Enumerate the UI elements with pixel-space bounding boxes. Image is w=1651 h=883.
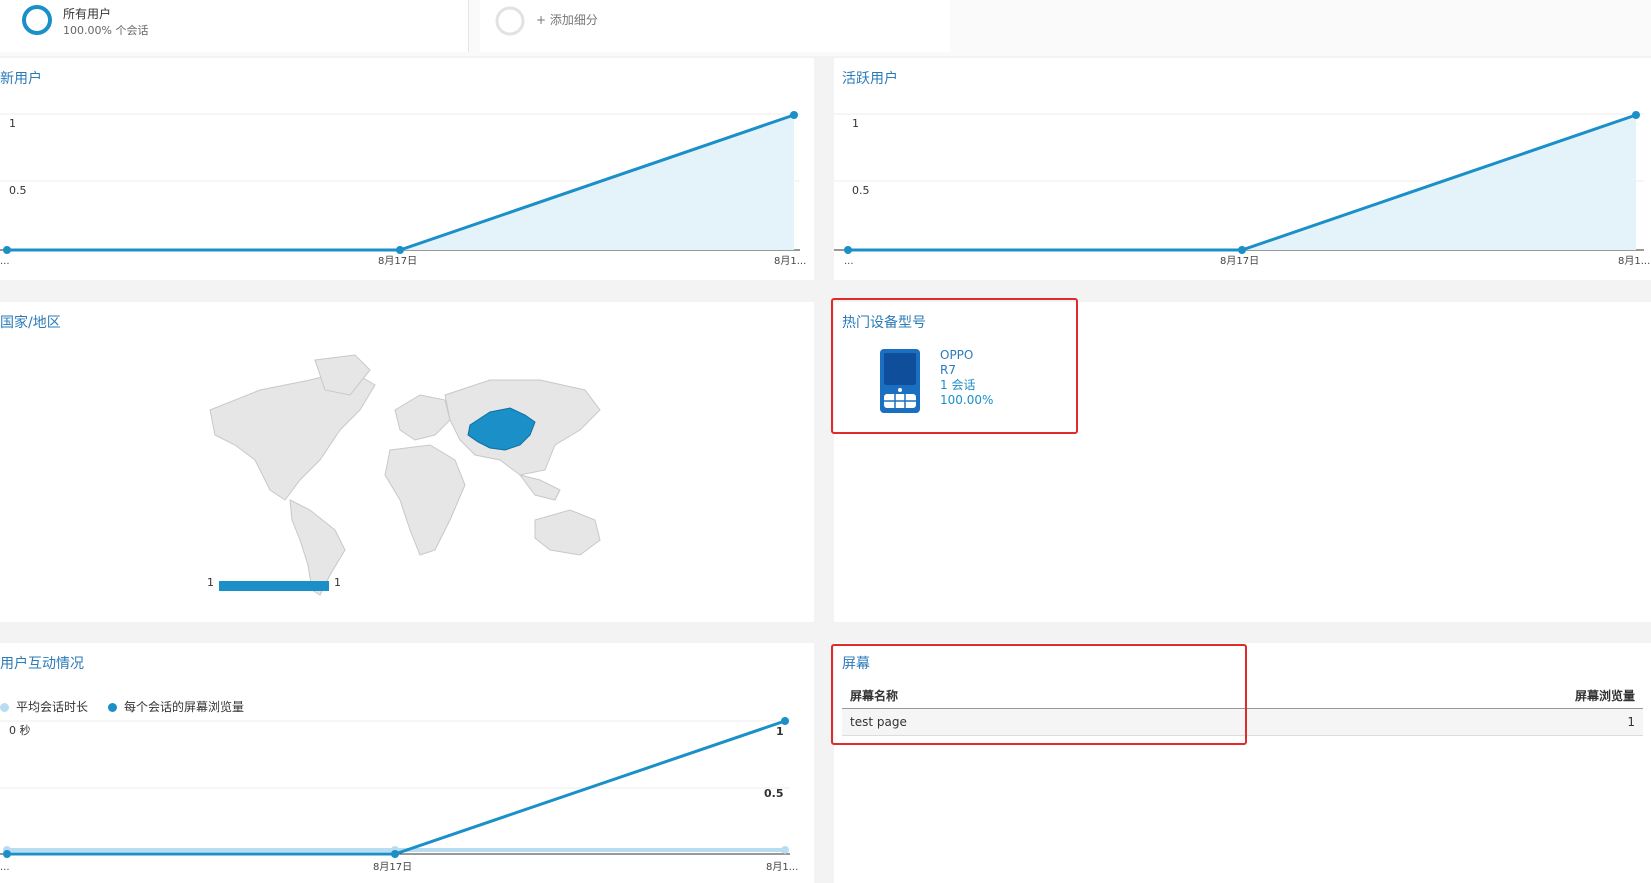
x-tick-label: 8月1...	[766, 861, 798, 873]
add-segment-button[interactable]: + 添加细分	[480, 0, 950, 52]
screen-views-cell: 1	[1627, 715, 1635, 729]
y-tick-label: 1	[9, 117, 16, 130]
map-africa	[384, 444, 466, 556]
data-point	[790, 111, 798, 119]
new-users-panel: 新用户 1 0.5 ... 8月17日 8月1...	[0, 58, 814, 280]
segment-bar: 所有用户 100.00% 个会话 + 添加细分	[0, 0, 1651, 56]
y-right-tick: 0.5	[764, 787, 784, 800]
x-tick-label: 8月17日	[378, 255, 417, 267]
y-tick-label: 0.5	[852, 184, 870, 197]
active-users-panel: 活跃用户 1 0.5 ... 8月17日 8月1...	[834, 58, 1651, 280]
data-point	[3, 850, 11, 858]
segment-all-users[interactable]: 所有用户 100.00% 个会话	[0, 0, 469, 52]
y-right-tick: 1	[776, 725, 784, 738]
legend-min: 1	[207, 576, 214, 589]
x-tick-label: 8月17日	[1220, 255, 1259, 267]
area-fill	[0, 115, 794, 250]
y-tick-label: 0.5	[9, 184, 27, 197]
data-point	[391, 850, 399, 858]
data-point	[3, 246, 11, 254]
legend-max: 1	[334, 576, 341, 589]
area-fill	[848, 115, 1636, 250]
highlight-screens	[831, 644, 1247, 745]
x-tick-label: 8月17日	[373, 861, 412, 873]
x-tick-label: 8月1...	[1618, 255, 1650, 267]
add-segment-label: + 添加细分	[536, 13, 598, 27]
legend-gradient-bar	[219, 581, 329, 591]
col-screen-views[interactable]: 屏幕浏览量	[1575, 687, 1635, 704]
data-point	[1632, 111, 1640, 119]
empty-ring-icon	[495, 6, 525, 36]
x-tick-label: 8月1...	[774, 255, 806, 267]
map-australia	[534, 509, 601, 556]
segment-subtitle: 100.00% 个会话	[63, 24, 149, 37]
data-point	[396, 246, 404, 254]
data-point	[1238, 246, 1246, 254]
engagement-panel: 用户互动情况 平均会话时长 每个会话的屏幕浏览量 0 秒 1 0.5 ... 8…	[0, 643, 814, 883]
x-tick-label: ...	[0, 862, 10, 873]
data-point	[781, 717, 789, 725]
engagement-chart: 0 秒 1 0.5 ... 8月17日 8月1...	[0, 717, 798, 873]
segment-ring-icon	[22, 5, 52, 35]
y-tick-label: 1	[852, 117, 859, 130]
map-sea-islands	[518, 474, 561, 501]
data-point	[781, 846, 789, 854]
country-title: 国家/地区	[0, 315, 61, 331]
x-tick-label: ...	[0, 256, 10, 267]
active-users-chart: 1 0.5 ... 8月17日 8月1...	[834, 111, 1650, 267]
y-left-label: 0 秒	[9, 723, 31, 737]
segment-title: 所有用户	[63, 7, 112, 21]
data-point	[844, 246, 852, 254]
map-europe	[394, 394, 451, 441]
x-tick-label: ...	[844, 256, 854, 267]
country-panel: 国家/地区 1 1	[0, 302, 814, 622]
world-map	[209, 354, 601, 596]
highlight-top-devices	[831, 298, 1078, 434]
new-users-chart: 1 0.5 ... 8月17日 8月1...	[0, 111, 806, 267]
